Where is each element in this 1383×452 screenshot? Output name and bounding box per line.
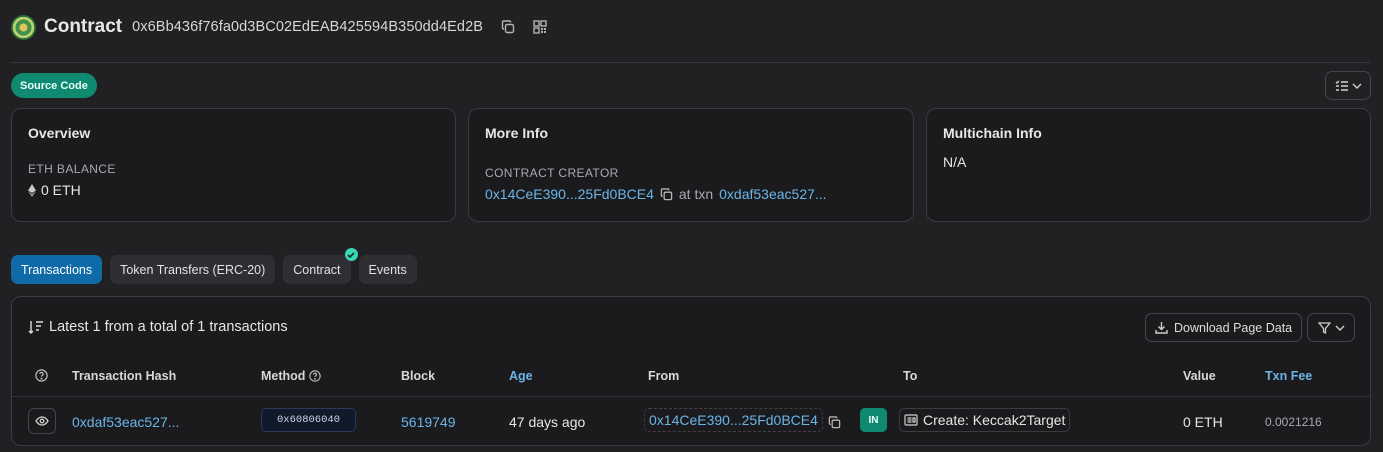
multichain-title: Multichain Info [943,125,1042,141]
more-info-title: More Info [485,125,548,141]
help-icon[interactable] [35,369,48,382]
sort-icon [28,320,44,334]
filter-button[interactable] [1307,313,1355,342]
from-address-link[interactable]: 0x14CeE390...25Fd0BCE4 [644,408,823,432]
method-badge: 0x60806040 [261,408,356,432]
page-header: Contract 0x6Bb436f76fa0d3BC02EdEAB425594… [11,12,551,42]
page-title: Contract [44,16,123,37]
content-tabs: Transactions Token Transfers (ERC-20) Co… [11,248,417,284]
copy-icon[interactable] [828,410,841,434]
view-options-button[interactable] [1325,71,1371,100]
method-info-icon[interactable] [309,370,322,382]
summary-text: Latest 1 from a total of 1 transactions [49,319,288,335]
more-info-card: More Info CONTRACT CREATOR 0x14CeE390...… [468,108,914,222]
contract-avatar-icon [11,14,36,40]
overview-card: Overview ETH BALANCE 0 ETH [11,108,456,222]
download-icon [1155,321,1168,334]
transactions-summary: Latest 1 from a total of 1 transactions [28,319,288,335]
eth-icon [28,183,36,197]
age-value: 47 days ago [509,414,586,430]
tab-contract[interactable]: Contract [283,248,358,284]
qr-code-icon[interactable] [529,16,551,38]
to-contract-link[interactable]: Create: Keccak2Target [899,408,1071,432]
chevron-down-icon [1352,83,1362,89]
list-icon [1335,80,1349,92]
eth-balance-value: 0 ETH [41,182,81,198]
contract-creator-row: 0x14CeE390...25Fd0BCE4 at txn 0xdaf53eac… [485,186,897,202]
filter-icon [1317,321,1331,334]
txn-fee-value: 0.0021216 [1265,415,1322,429]
download-page-data-button[interactable]: Download Page Data [1145,313,1303,342]
contract-address: 0x6Bb436f76fa0d3BC02EdEAB425594B350dd4Ed… [132,19,484,35]
contract-creator-label: CONTRACT CREATOR [485,166,619,180]
block-link[interactable]: 5619749 [401,410,456,434]
multichain-value: N/A [943,154,967,170]
chevron-down-icon [1335,325,1345,331]
tab-token-transfers[interactable]: Token Transfers (ERC-20) [110,255,276,284]
tab-events[interactable]: Events [358,255,417,284]
col-age[interactable]: Age [509,369,533,383]
col-method-label: Method [261,369,306,383]
header-divider [12,396,1370,397]
col-method: Method [261,369,322,383]
verified-check-icon [344,248,358,261]
col-from: From [648,369,680,383]
tab-contract-label: Contract [293,262,341,277]
creation-txn-link[interactable]: 0xdaf53eac527... [719,186,826,202]
overview-title: Overview [28,125,91,141]
copy-icon[interactable] [660,187,673,201]
eth-balance-row: 0 ETH [28,182,439,198]
col-block: Block [401,369,436,383]
header-divider [11,62,1370,63]
source-code-badge[interactable]: Source Code [11,73,97,98]
multichain-card: Multichain Info N/A [926,108,1371,222]
contract-file-icon [904,414,918,426]
col-txn-fee[interactable]: Txn Fee [1265,369,1312,383]
at-txn-label: at txn [678,186,714,202]
txn-hash-link[interactable]: 0xdaf53eac527... [72,410,179,434]
transactions-panel: Latest 1 from a total of 1 transactions … [11,296,1371,446]
creator-address-link[interactable]: 0x14CeE390...25Fd0BCE4 [485,186,654,202]
eye-icon [35,416,49,426]
to-label: Create: Keccak2Target [923,412,1066,428]
download-label: Download Page Data [1174,320,1293,335]
col-to: To [903,369,918,383]
tab-transactions[interactable]: Transactions [11,255,103,284]
copy-icon[interactable] [497,16,519,38]
direction-badge: IN [860,408,887,432]
view-details-button[interactable] [28,408,56,434]
value-amount: 0 ETH [1183,414,1223,430]
col-value: Value [1183,369,1216,383]
col-transaction-hash: Transaction Hash [72,369,177,383]
eth-balance-label: ETH BALANCE [28,162,116,176]
